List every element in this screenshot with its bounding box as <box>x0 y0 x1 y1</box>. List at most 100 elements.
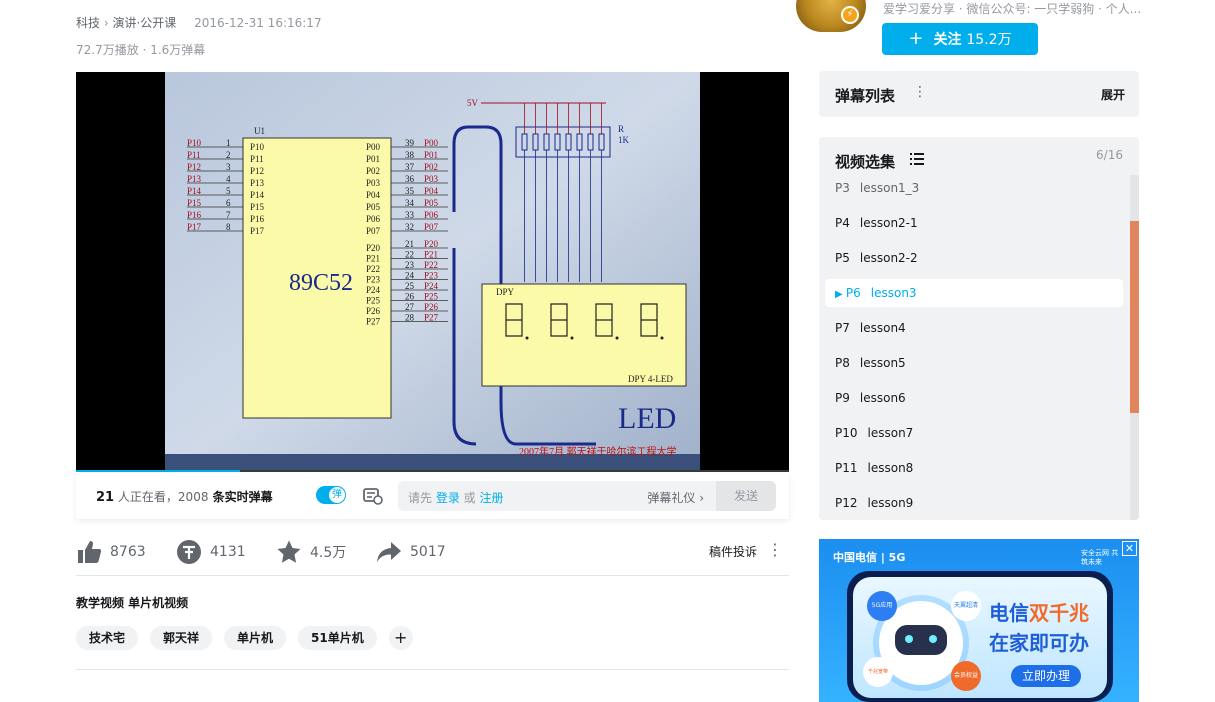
follow-button[interactable]: + 关注 15.2万 <box>882 23 1038 55</box>
send-button[interactable]: 发送 <box>716 481 776 511</box>
ad-subheadline: 在家即可办 <box>989 631 1089 655</box>
decimal-point <box>525 336 529 340</box>
favorite-button[interactable]: 4.5万 <box>276 538 346 566</box>
more-vertical-icon[interactable]: ⋮ <box>913 84 927 100</box>
add-tag-button[interactable]: + <box>388 626 413 650</box>
placeholder-prefix: 请先 <box>408 491 436 505</box>
pin-name: P15 <box>250 202 265 212</box>
video-player[interactable]: U1 89C52 P10 1 P10 P11 2 P11 P12 3 P12 P13 4 P13 P14 5 P… <box>76 72 789 472</box>
episode-number: P12 <box>835 496 858 510</box>
episode-item[interactable]: P11 lesson8 <box>835 454 1123 482</box>
danmaku-toggle-label: 弹 <box>329 487 345 503</box>
episode-item[interactable]: P4 lesson2-1 <box>835 209 1123 237</box>
star-icon <box>277 540 301 563</box>
more-options-icon[interactable]: ⋮ <box>767 540 783 559</box>
tag-item[interactable]: 技术宅 <box>76 626 139 650</box>
ad-corner-text: 安全云网 共筑未来 <box>1081 549 1119 566</box>
episode-item[interactable]: P10 lesson7 <box>835 419 1123 447</box>
episode-list: P3 lesson1_3 P4 lesson2-1 P5 lesson2-2 ▶ P6 les… <box>819 175 1139 520</box>
ad-headline: 电信双千兆 <box>989 597 1089 626</box>
video-description-title: 教学视频 单片机视频 <box>76 596 189 610</box>
episode-item[interactable]: P3 lesson1_3 <box>835 175 1123 202</box>
pin-number: 37 <box>405 162 415 172</box>
pin-number: 25 <box>405 281 415 291</box>
subcategory-link[interactable]: 演讲·公开课 <box>112 16 176 30</box>
ad-brand: 中国电信 | 5G <box>833 551 906 564</box>
episode-item[interactable]: P12 lesson9 <box>835 489 1123 517</box>
like-button[interactable]: 8763 <box>76 538 146 566</box>
pin-number: 23 <box>405 260 415 270</box>
expand-button[interactable]: 展开 <box>1101 86 1125 103</box>
list-icon[interactable] <box>910 153 924 165</box>
ad-bubble: 天翼超清 <box>951 591 981 621</box>
favorite-count: 4.5万 <box>310 545 347 561</box>
danmaku-toggle[interactable]: 弹 <box>316 486 346 504</box>
pin-label: P13 <box>187 174 202 184</box>
video-stats: 72.7万播放 · 1.6万弹幕 <box>76 41 205 58</box>
pin-name: P13 <box>250 178 265 188</box>
danmaku-etiquette-link[interactable]: 弹幕礼仪 › <box>647 489 704 506</box>
supply-label: 5V <box>467 98 479 108</box>
danmaku-placeholder: 请先 登录 或 注册 <box>408 489 504 506</box>
login-link[interactable]: 登录 <box>436 491 460 505</box>
pin-number: 28 <box>405 313 415 323</box>
episode-item[interactable]: P5 lesson2-2 <box>835 244 1123 272</box>
pin-name: P07 <box>366 226 381 236</box>
publish-date: 2016-12-31 16:16:17 <box>194 16 322 30</box>
pin-name: P26 <box>366 306 381 316</box>
share-arrow-icon <box>377 542 401 562</box>
coin-button[interactable]: 4131 <box>176 538 246 566</box>
episode-title: lesson2-2 <box>859 251 918 265</box>
pin-number: 34 <box>405 198 415 208</box>
tag-item[interactable]: 51单片机 <box>298 626 377 650</box>
episode-item[interactable]: ▶ P6 lesson3 <box>825 279 1123 307</box>
pin-label: P04 <box>424 186 439 196</box>
progress-fill <box>76 470 240 472</box>
episode-title: lesson4 <box>859 321 906 335</box>
episode-item[interactable]: P7 lesson4 <box>835 314 1123 342</box>
episode-title: lesson3 <box>870 286 917 300</box>
pin-label: P06 <box>424 210 439 220</box>
pin-label: P21 <box>424 250 438 260</box>
ad-banner[interactable]: 中国电信 | 5G 安全云网 共筑未来 ✕ 5G应用 天翼超清 千兆宽带 会员权… <box>819 539 1139 702</box>
episode-number: P3 <box>835 181 850 195</box>
episode-item[interactable]: P8 lesson5 <box>835 349 1123 377</box>
pin-name: P03 <box>366 178 381 188</box>
danmaku-bar: 21 人正在看，2008 条实时弹幕 弹 请先 登录 或 注册 弹幕礼仪 › 发… <box>76 473 789 519</box>
danmaku-input[interactable]: 请先 登录 或 注册 弹幕礼仪 › <box>398 481 716 511</box>
scrollbar-thumb[interactable] <box>1130 221 1139 413</box>
watching-text: 人正在看， <box>114 490 178 504</box>
episode-number: P6 <box>845 286 861 300</box>
pin-name: P00 <box>366 142 381 152</box>
episode-item[interactable]: P9 lesson6 <box>835 384 1123 412</box>
pin-number: 4 <box>226 174 231 184</box>
episode-number: P10 <box>835 426 858 440</box>
danmaku-settings-icon[interactable] <box>362 486 384 506</box>
video-toolbar: 8763 4131 4.5万 5017 稿件投诉 ⋮ <box>76 530 789 576</box>
tag-item[interactable]: 单片机 <box>224 626 287 650</box>
chip-ref-label: U1 <box>254 126 265 136</box>
lightning-badge-icon: ⚡ <box>841 6 859 24</box>
display-body <box>481 283 687 387</box>
tag-item[interactable]: 郭天祥 <box>150 626 213 650</box>
category-link[interactable]: 科技 <box>76 16 100 30</box>
episode-title: lesson7 <box>867 426 914 440</box>
episode-title: lesson5 <box>859 356 906 370</box>
pin-label: P26 <box>424 302 439 312</box>
pin-label: P07 <box>424 222 439 232</box>
pin-label: P01 <box>424 150 438 160</box>
pin-number: 6 <box>226 198 231 208</box>
pin-label: P03 <box>424 174 439 184</box>
decimal-point <box>570 336 574 340</box>
episode-number: P7 <box>835 321 850 335</box>
episode-title: lesson9 <box>867 496 914 510</box>
danmaku-list-panel[interactable]: 弹幕列表 ⋮ 展开 <box>819 71 1139 117</box>
share-button[interactable]: 5017 <box>376 538 446 566</box>
register-link[interactable]: 注册 <box>479 491 503 505</box>
ad-cta-button[interactable]: 立即办理 <box>1011 665 1081 687</box>
video-progress-bar[interactable] <box>76 470 789 472</box>
ad-close-icon[interactable]: ✕ <box>1122 541 1137 556</box>
ad-bubble: 5G应用 <box>867 591 897 621</box>
report-link[interactable]: 稿件投诉 <box>709 543 757 560</box>
viewer-info: 21 人正在看，2008 条实时弹幕 <box>96 488 273 505</box>
